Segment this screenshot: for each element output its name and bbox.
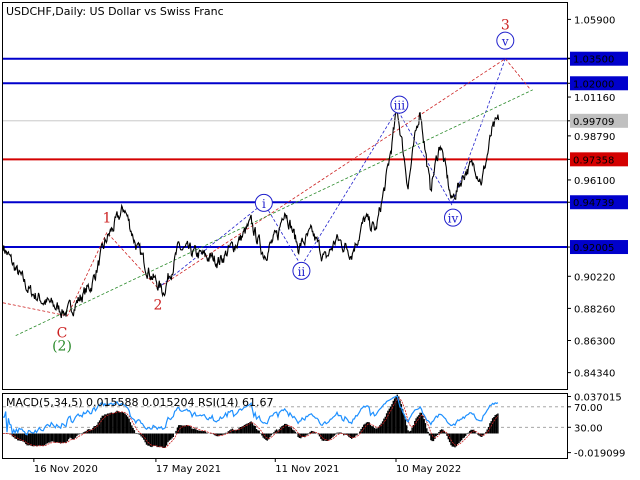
- chart-area: 1.059001.035301.011600.987900.961000.902…: [0, 0, 640, 480]
- y-tick-label: 0.96100: [574, 176, 615, 187]
- price-label-text: 0.97358: [573, 155, 614, 166]
- chart-title: USDCHF,Daily: US Dollar vs Swiss Franc: [6, 5, 224, 18]
- chart-symbol: USDCHF: [6, 5, 52, 18]
- oscillator-title: MACD(5,34,5) 0.015588 0.015204 RSI(14) 6…: [6, 396, 273, 409]
- price-label-text: 0.94739: [573, 198, 614, 209]
- chart-description: US Dollar vs Swiss Franc: [90, 5, 224, 18]
- x-tick-label: 11 Nov 2021: [275, 464, 339, 475]
- osc-tick-label: 70.00: [574, 403, 603, 414]
- wave-label: C: [57, 325, 68, 341]
- wave-label: iv: [448, 212, 459, 226]
- wave-label: 1: [102, 211, 111, 227]
- price-label-text: 0.99709: [573, 117, 614, 128]
- osc-tick-label: 30.00: [574, 423, 603, 434]
- wave-label: v: [501, 35, 509, 49]
- y-tick-label: 0.98790: [574, 132, 615, 143]
- price-label-text: 1.03500: [573, 55, 614, 66]
- wave-label: 2: [153, 297, 162, 313]
- price-label-text: 1.02000: [573, 79, 614, 90]
- wave-label: i: [262, 197, 266, 211]
- y-tick-label: 0.86300: [574, 337, 615, 348]
- chart-timeframe: Daily: [55, 5, 83, 18]
- osc-tick-label: -0.019099: [574, 449, 625, 460]
- y-tick-label: 0.90220: [574, 272, 615, 283]
- wave-label: 3: [501, 17, 510, 33]
- y-tick-label: 0.84340: [574, 369, 615, 380]
- y-tick-label: 0.88260: [574, 304, 615, 315]
- x-tick-label: 17 May 2021: [156, 464, 221, 475]
- x-tick-label: 10 May 2022: [396, 464, 461, 475]
- wave-label: iii: [394, 99, 406, 113]
- price-label-text: 0.92005: [573, 243, 614, 254]
- x-tick-label: 16 Nov 2020: [34, 464, 98, 475]
- y-tick-label: 1.05900: [574, 15, 615, 26]
- y-tick-label: 1.01160: [574, 93, 615, 104]
- wave-label: ii: [298, 265, 306, 279]
